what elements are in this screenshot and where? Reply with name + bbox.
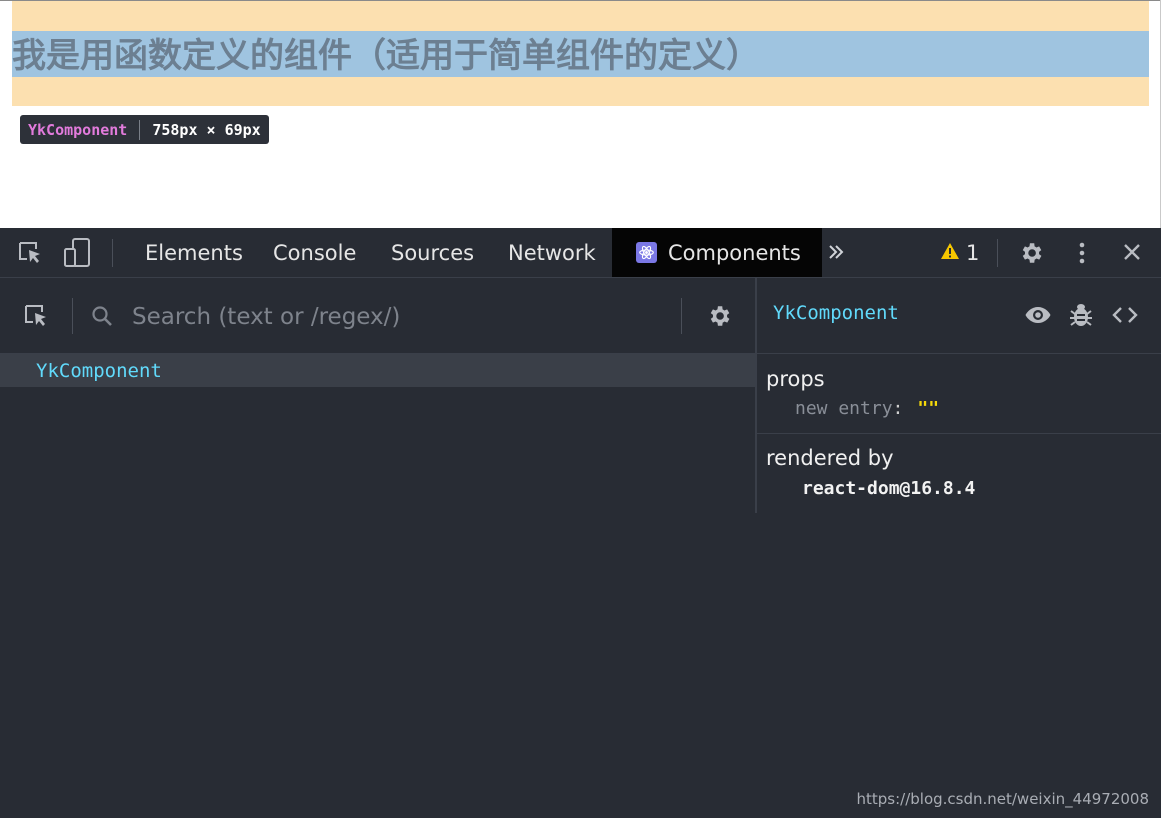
tab-sources[interactable]: Sources [391,228,474,277]
inspect-dom-eye-icon[interactable] [1023,300,1053,330]
component-details-pane: YkComponent props new entry: "" rendered… [757,278,1161,818]
details-component-title: YkComponent [773,302,899,324]
prop-value: "" [917,398,940,419]
search-divider [681,298,682,334]
warnings-counter[interactable]: 1 [940,238,979,268]
rendered-by-label: rendered by [766,446,894,470]
search-divider [72,298,73,334]
details-header: YkComponent [757,278,1161,354]
devtools-toolbar: Elements Console Sources Network Compone… [0,228,1161,278]
more-options-icon[interactable] [1070,237,1094,269]
prop-row-new-entry[interactable]: new entry: "" [795,398,939,419]
log-to-console-bug-icon[interactable] [1066,300,1096,330]
tab-console[interactable]: Console [273,228,356,277]
highlight-tooltip: YkComponent 758px × 69px [20,115,269,144]
devtools-panel: Elements Console Sources Network Compone… [0,228,1161,818]
tab-components-label: Components [668,240,801,265]
view-source-code-icon[interactable] [1110,300,1140,330]
toolbar-divider [112,239,113,267]
watermark: https://blog.csdn.net/weixin_44972008 [856,790,1149,808]
tab-network[interactable]: Network [508,228,596,277]
page-viewport: 我是用函数定义的组件（适用于简单组件的定义） YkComponent 758px… [0,0,1161,228]
component-tree-pane: YkComponent [0,278,755,818]
page-heading: 我是用函数定义的组件（适用于简单组件的定义） [12,36,760,76]
devtools-settings-gear-icon[interactable] [1015,237,1047,269]
tooltip-size: 758px × 69px [152,120,261,139]
search-icon [88,302,116,330]
toolbar-divider [997,239,998,267]
select-element-icon[interactable] [20,300,52,332]
tab-elements[interactable]: Elements [145,228,243,277]
device-toolbar-icon[interactable] [60,236,94,270]
component-search-input[interactable] [130,298,674,336]
prop-key: new entry [795,398,893,419]
warning-icon [940,242,960,265]
double-chevron-right-icon[interactable] [822,238,850,266]
react-logo-icon [636,242,657,263]
details-divider [757,433,1161,434]
tree-settings-gear-icon[interactable] [703,300,735,332]
inspect-element-icon[interactable] [14,238,46,268]
tree-row-label: YkComponent [36,359,162,382]
props-section-label: props [766,367,825,391]
prop-colon: : [892,398,904,419]
tooltip-component-name: YkComponent [28,120,128,139]
renderer-version: react-dom@16.8.4 [802,478,976,499]
tree-row-selected[interactable]: YkComponent [0,354,755,387]
tab-components[interactable]: Components [612,228,822,277]
tooltip-separator [139,119,141,140]
warning-count: 1 [966,241,980,265]
close-devtools-icon[interactable] [1118,238,1146,266]
tree-search-bar [0,278,755,354]
